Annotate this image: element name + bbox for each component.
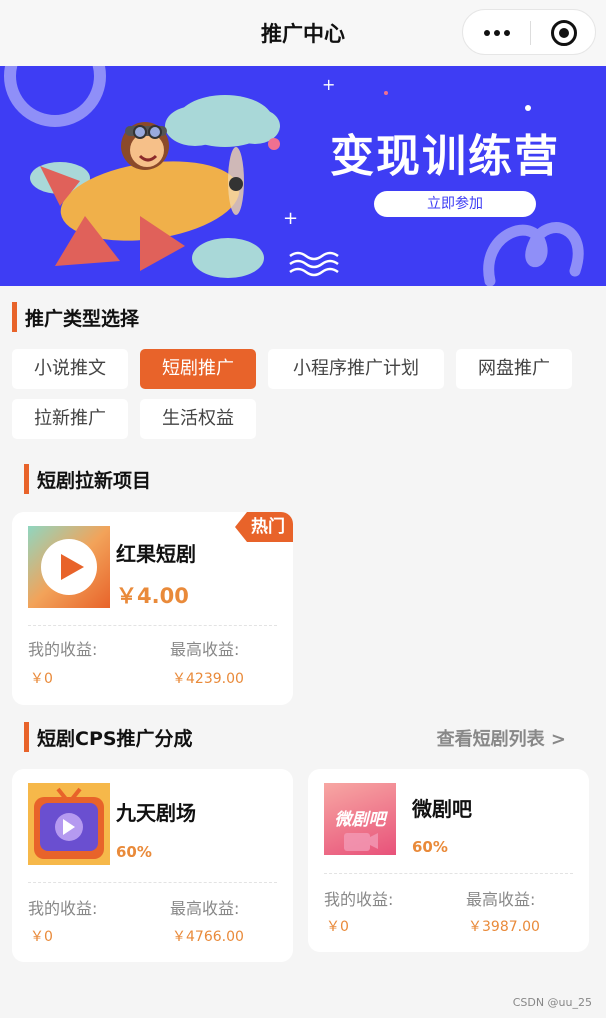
my-income-value: ￥0	[30, 671, 53, 687]
section-accent-bar	[24, 464, 29, 494]
max-income-label: 最高收益:	[466, 890, 536, 909]
max-income-value: ￥4239.00	[172, 671, 244, 687]
mini-program-capsule	[462, 9, 596, 55]
share-percent: 60%	[116, 843, 152, 861]
chip-novel[interactable]: 小说推文	[12, 349, 128, 389]
my-income-label: 我的收益:	[28, 640, 98, 659]
banner-title: 变现训练营	[330, 131, 560, 182]
max-income-label: 最高收益:	[170, 899, 240, 918]
hongguo-logo-icon	[28, 526, 110, 608]
hot-badge: 热门	[235, 512, 293, 542]
promo-type-header: 推广类型选择	[12, 302, 139, 332]
max-income-value: ￥3987.00	[468, 919, 540, 935]
drama-price: ￥4.00	[116, 584, 189, 608]
pull-new-header: 短剧拉新项目	[24, 464, 151, 494]
drama-name: 九天剧场	[116, 801, 196, 825]
chip-life-benefits[interactable]: 生活权益	[140, 399, 256, 439]
dashed-divider	[324, 873, 573, 874]
chip-short-drama[interactable]: 短剧推广	[140, 349, 256, 389]
capsule-divider	[530, 21, 531, 45]
join-now-button[interactable]: 立即参加	[374, 191, 536, 217]
view-drama-list-link[interactable]: 查看短剧列表 >	[437, 725, 566, 751]
drama-card-weiju[interactable]: 微剧吧 微剧吧 60% 我的收益: 最高收益: ￥0 ￥3987.00	[308, 769, 589, 952]
nav-bar: 推广中心	[0, 0, 606, 66]
max-income-value: ￥4766.00	[172, 929, 244, 945]
max-income-label: 最高收益:	[170, 640, 240, 659]
my-income-label: 我的收益:	[324, 890, 394, 909]
section-title: 短剧拉新项目	[37, 469, 152, 492]
cps-header: 短剧CPS推广分成	[24, 722, 193, 752]
weiju-logo-icon: 微剧吧	[324, 783, 396, 855]
section-accent-bar	[12, 302, 17, 332]
drama-card-hongguo[interactable]: 热门 红果短剧 ￥4.00 我的收益: 最高收益: ￥0 ￥4239.00	[12, 512, 293, 705]
share-percent: 60%	[412, 838, 448, 856]
drama-card-jiutian[interactable]: 九天剧场 60% 我的收益: 最高收益: ￥0 ￥4766.00	[12, 769, 293, 962]
more-dots-icon[interactable]	[463, 10, 530, 56]
promo-banner[interactable]: + + 变现训练营 立即参加	[0, 66, 606, 286]
my-income-label: 我的收益:	[28, 899, 98, 918]
chip-pull-new[interactable]: 拉新推广	[12, 399, 128, 439]
svg-text:+: +	[283, 208, 298, 229]
section-title: 短剧CPS推广分成	[37, 727, 193, 750]
my-income-value: ￥0	[326, 919, 349, 935]
watermark: CSDN @uu_25	[512, 996, 592, 1009]
svg-text:+: +	[322, 75, 335, 94]
chip-mini-program[interactable]: 小程序推广计划	[268, 349, 444, 389]
chip-netdisk[interactable]: 网盘推广	[456, 349, 572, 389]
drama-name: 微剧吧	[412, 797, 472, 821]
dashed-divider	[28, 882, 277, 883]
dashed-divider	[28, 625, 277, 626]
my-income-value: ￥0	[30, 929, 53, 945]
section-accent-bar	[24, 722, 29, 752]
target-circle-icon[interactable]	[551, 20, 577, 46]
drama-name: 红果短剧	[116, 542, 196, 566]
section-title: 推广类型选择	[25, 307, 140, 330]
jiutian-logo-icon	[28, 783, 110, 865]
